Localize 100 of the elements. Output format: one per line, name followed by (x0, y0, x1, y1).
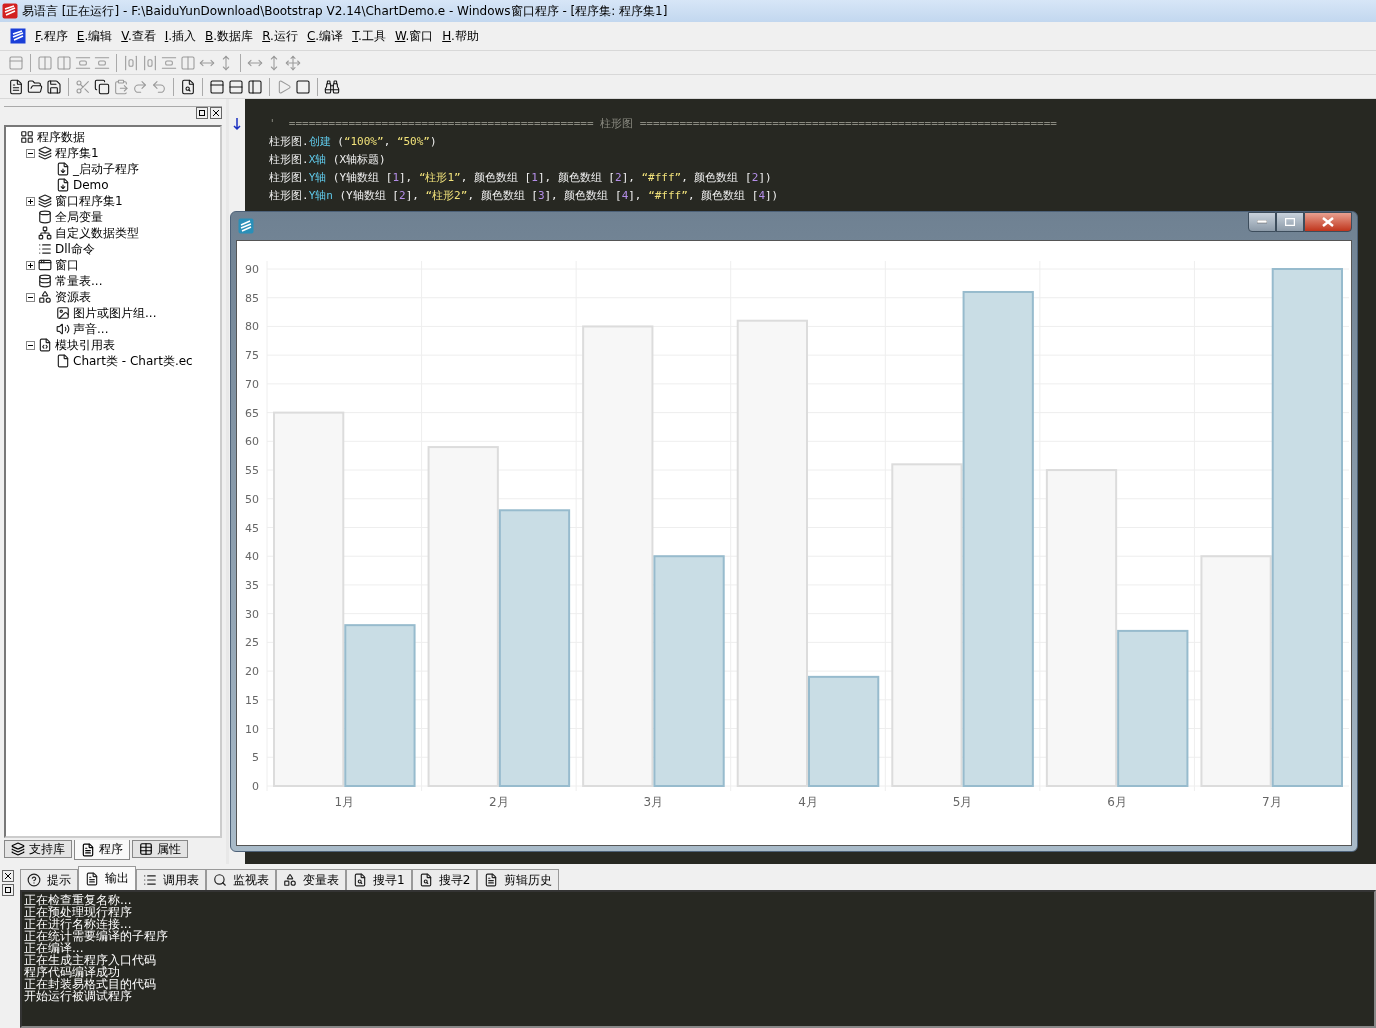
menu-item[interactable]: T.工具 (352, 27, 386, 45)
minimize-button[interactable] (1248, 212, 1276, 232)
axis-tick-label: 40 (245, 550, 259, 564)
properties-icon (139, 842, 153, 856)
axis-tick-label: 85 (245, 291, 259, 305)
restore-button[interactable] (2, 884, 14, 896)
layout-icon[interactable] (209, 78, 225, 95)
stop-icon[interactable] (295, 78, 311, 95)
restore-icon (5, 887, 11, 893)
speaker-icon (56, 322, 70, 336)
search-document-icon (353, 873, 367, 887)
panel-tab[interactable]: 监视表 (206, 869, 276, 890)
axis-tick-label: 15 (245, 693, 259, 707)
close-button[interactable] (1304, 212, 1352, 232)
panel-tab[interactable]: 剪辑历史 (477, 869, 560, 890)
panel-tab[interactable]: 提示 (20, 869, 78, 890)
panel-tab[interactable]: 变量表 (276, 869, 346, 890)
tree-item[interactable]: 模块引用表 (55, 336, 115, 354)
down-arrow-icon (232, 117, 242, 131)
axis-tick-label: 45 (245, 521, 259, 535)
axis-tick-label: 90 (245, 263, 259, 276)
output-line: 正在进行名称连接... (24, 918, 132, 930)
panel-tab[interactable]: 搜寻1 (346, 869, 412, 890)
app-icon (238, 218, 254, 234)
menu-item[interactable]: B.数据库 (205, 27, 254, 45)
tree-item[interactable]: Chart类 - Chart类.ec (73, 352, 193, 370)
collapse-toggle[interactable] (26, 148, 35, 158)
tree-item[interactable]: 常量表... (55, 272, 103, 290)
tree-item[interactable]: 全局变量 (55, 208, 103, 226)
database-icon (38, 274, 52, 288)
panel-tab[interactable]: 输出 (78, 866, 136, 890)
list-icon (38, 242, 52, 256)
restore-button[interactable] (196, 107, 208, 119)
search-icon (213, 873, 227, 887)
tree-item[interactable]: 程序数据 (37, 128, 85, 146)
document-icon (56, 178, 70, 192)
search-document-icon (418, 873, 433, 887)
window-icon (38, 258, 52, 272)
binoculars-icon[interactable] (324, 78, 340, 95)
menu-item[interactable]: V.查看 (121, 27, 156, 45)
tree-item[interactable]: _启动子程序 (73, 160, 139, 178)
menu-item[interactable]: F.程序 (35, 27, 68, 45)
panel-tab[interactable]: 搜寻2 (411, 869, 478, 890)
copy-icon[interactable] (94, 78, 110, 95)
close-button[interactable] (2, 870, 14, 882)
open-folder-icon[interactable] (27, 78, 43, 95)
tree-item[interactable]: 资源表 (55, 288, 91, 306)
axis-tick-label: 75 (245, 349, 259, 363)
restore-icon (199, 110, 205, 116)
menu-item[interactable]: I.插入 (164, 27, 197, 45)
tree-item[interactable]: Demo (73, 178, 109, 192)
new-file-icon[interactable] (8, 78, 24, 95)
output-line: 正在检查重复名称... (24, 894, 133, 906)
close-icon (5, 873, 11, 879)
axis-tick-label: 5 (252, 751, 259, 765)
tree-item[interactable]: 程序集1 (55, 144, 99, 162)
expand-toggle[interactable] (26, 196, 35, 206)
layout-icon[interactable] (228, 78, 244, 95)
panel-tab[interactable]: 程序 (74, 840, 130, 860)
menu-item[interactable]: E.编辑 (76, 27, 113, 45)
tree-item[interactable]: 窗口程序集1 (55, 192, 123, 210)
panel-tab[interactable]: 属性 (132, 840, 188, 858)
axis-category-label: 7月 (1261, 795, 1282, 809)
save-icon[interactable] (46, 78, 62, 95)
tree-item[interactable]: Dll命令 (55, 240, 95, 258)
close-button[interactable] (210, 107, 222, 119)
menu-item[interactable]: R.运行 (262, 27, 298, 45)
tree-item[interactable]: 声音... (73, 320, 109, 338)
menu-item[interactable]: C.编译 (306, 27, 344, 45)
code-line: 柱形图.Y轴 (Y轴数组 [1], “柱形1”, 颜色数组 [1], 颜色数组 [2], “#fff”, 颜色数组 [2]) (269, 170, 773, 186)
list-icon (143, 873, 157, 887)
axis-category-label: 6月 (1107, 795, 1127, 809)
maximize-button[interactable] (1276, 212, 1304, 232)
tree-item[interactable]: 窗口 (55, 256, 79, 274)
code-line: 柱形图.创建 (“100%”, “50%”) (269, 134, 438, 150)
axis-tick-label: 50 (245, 492, 259, 506)
collapse-toggle[interactable] (26, 340, 35, 350)
layers-icon (11, 842, 25, 856)
layout-icon[interactable] (247, 78, 263, 95)
panel-tab[interactable]: 支持库 (4, 840, 72, 858)
code-line: 柱形图.Y轴n (Y轴数组 [2], “柱形2”, 颜色数组 [3], 颜色数组 [4], “#fff”, 颜色数组 [4]) (269, 188, 780, 204)
tree-item[interactable]: 自定义数据类型 (55, 224, 139, 242)
collapse-toggle[interactable] (26, 292, 35, 302)
search-document-icon[interactable] (180, 78, 196, 95)
expand-toggle[interactable] (26, 260, 35, 270)
axis-tick-label: 70 (245, 377, 259, 391)
layers-icon (38, 194, 52, 208)
layers-icon (38, 146, 52, 160)
axis-tick-label: 65 (245, 406, 259, 420)
menu-item[interactable]: H.帮助 (442, 27, 479, 45)
axis-tick-label: 10 (245, 722, 259, 736)
axis-tick-label: 80 (245, 320, 259, 334)
tree-item[interactable]: 图片或图片组... (73, 304, 157, 322)
document-icon (85, 871, 99, 886)
output-line: 正在编译... (24, 942, 84, 954)
menu-item[interactable]: W.窗口 (394, 27, 434, 45)
output-line: 正在统计需要编译的子程序 (24, 930, 169, 942)
document-icon (81, 842, 95, 857)
panel-tab[interactable]: 调用表 (136, 869, 206, 890)
axis-category-label: 4月 (798, 795, 818, 809)
